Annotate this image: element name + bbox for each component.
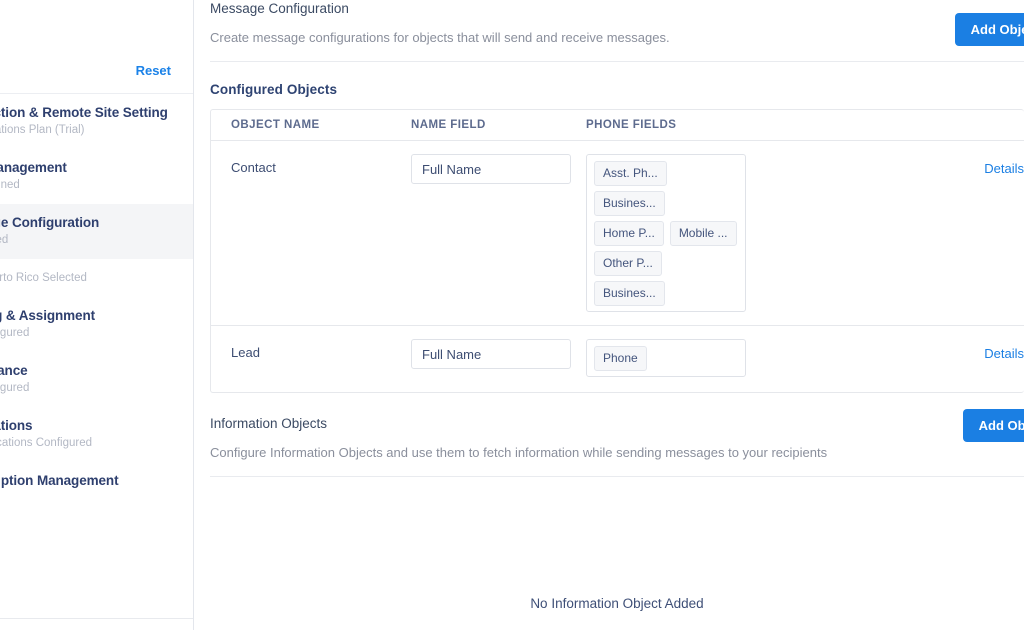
sidebar-item-subscription-management[interactable]: Subscription Management [0,462,193,500]
cell-name-field [411,154,586,184]
table-header-row: OBJECT NAME NAME FIELD PHONE FIELDS [211,110,1024,141]
column-header-phone-fields: PHONE FIELDS [586,119,677,131]
table-row: Contact Asst. Ph... Busines... Home P...… [211,141,1024,326]
name-field-input[interactable] [411,339,571,369]
details-link[interactable]: Details [984,161,1024,176]
sidebar-divider [0,618,193,619]
phone-field-chip[interactable]: Busines... [594,191,665,216]
sidebar-item-label: User Management [0,160,67,175]
phone-field-chip[interactable]: Other P... [594,251,662,276]
sidebar-item-message-configuration[interactable]: Message Configuration Configured [0,204,193,259]
phone-fields-chipbox: Asst. Ph... Busines... Home P... Mobile … [586,154,746,312]
phone-fields-chipbox: Phone [586,339,746,377]
main-content: Message Configuration Create message con… [194,0,1024,630]
sidebar-item-routing-assignment[interactable]: Routing & Assignment Not Configured [0,297,193,352]
phone-field-chip[interactable]: Phone [594,346,647,371]
cell-object-name: Contact [231,160,276,175]
phone-field-chip[interactable]: Asst. Ph... [594,161,667,186]
empty-state-message: No Information Object Added [530,595,704,611]
sidebar-inner: ble Reset Connection & Remote Site Setti… [0,0,193,619]
page-title: Message Configuration [210,1,349,16]
phone-field-chip[interactable]: Busines... [594,281,665,306]
cell-actions: Details [954,339,1024,363]
page-description: Create message configurations for object… [210,30,670,45]
cell-name-field [411,339,586,369]
sidebar-item-status: No Notifications Configured [0,437,92,449]
sidebar-item-label: Notifications [0,418,33,433]
sidebar-item-status: Not Configured [0,327,30,339]
sidebar-item-status: Not Configured [0,382,30,394]
table-row: Lead Phone Details [211,326,1024,392]
sidebar-item-status: Configured [0,234,9,246]
configured-objects-heading: Configured Objects [210,82,338,97]
cell-phone-fields: Phone [586,339,954,377]
sidebar-item-label: Compliance [0,363,28,378]
cell-actions: Details [954,154,1024,178]
details-link[interactable]: Details [984,346,1024,361]
sidebar-item-connection-remote-site-setting[interactable]: Connection & Remote Site Setting Convers… [0,94,193,149]
sidebar-item-status: Conversations Plan (Trial) [0,124,85,136]
sidebar: ble Reset Connection & Remote Site Setti… [0,0,194,630]
sidebar-item-notifications[interactable]: Notifications No Notifications Configure… [0,407,193,462]
name-field-input[interactable] [411,154,571,184]
sidebar-item-user-management[interactable]: User Management Not Assigned [0,149,193,204]
sidebar-item-status: USA/Puerto Rico Selected [0,272,87,284]
configured-objects-section: Configured Objects OBJECT NAME NAME FIEL… [210,62,1024,393]
sidebar-item-label: Message Configuration [0,215,100,230]
information-objects-section: Information Objects Configure Informatio… [210,393,1024,630]
reset-link[interactable]: Reset [0,63,179,78]
main-inner: Message Configuration Create message con… [194,0,1024,630]
column-header-name-field: NAME FIELD [411,119,486,131]
sidebar-item-region[interactable]: USA/Puerto Rico Selected [0,259,193,297]
sidebar-item-list: Connection & Remote Site Setting Convers… [0,94,193,500]
sidebar-item-compliance[interactable]: Compliance Not Configured [0,352,193,407]
message-configuration-header: Message Configuration Create message con… [210,0,1024,61]
sidebar-item-label: Routing & Assignment [0,308,95,323]
phone-field-chip[interactable]: Mobile ... [669,221,737,246]
add-object-button-top[interactable]: Add Object [954,13,1024,46]
sidebar-item-label: Subscription Management [0,473,119,488]
sidebar-header: ble Reset [0,0,193,94]
information-objects-empty-state: No Information Object Added [210,477,1024,630]
phone-field-chip[interactable]: Home P... [594,221,664,246]
column-header-object-name: OBJECT NAME [231,119,320,131]
add-object-button-information[interactable]: Add Object [962,409,1024,442]
information-objects-title: Information Objects [210,416,328,431]
sidebar-item-status: Not Assigned [0,179,20,191]
sidebar-item-label: Connection & Remote Site Setting [0,105,168,120]
configured-objects-table: OBJECT NAME NAME FIELD PHONE FIELDS Cont… [210,109,1024,393]
app-root: ble Reset Connection & Remote Site Setti… [0,0,1024,630]
information-objects-description: Configure Information Objects and use th… [210,445,828,460]
sidebar-header-title: ble [0,18,179,33]
cell-object-name: Lead [231,345,260,360]
cell-phone-fields: Asst. Ph... Busines... Home P... Mobile … [586,154,954,312]
